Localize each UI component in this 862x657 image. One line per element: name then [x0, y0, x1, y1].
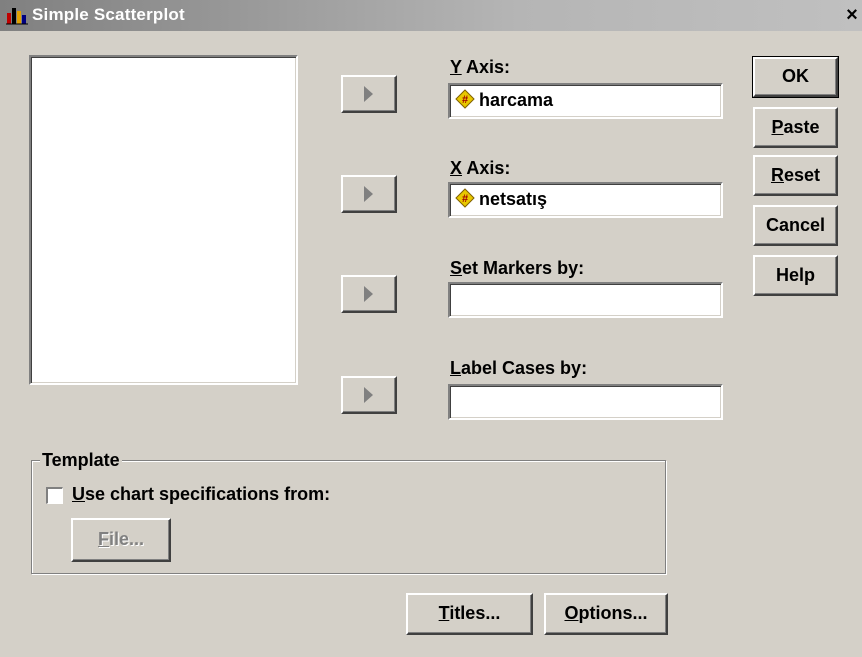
- y-axis-label: Y Axis:: [450, 57, 511, 77]
- set-markers-by-label: Set Markers by:: [450, 258, 585, 278]
- scale-variable-icon: #: [455, 188, 475, 208]
- svg-text:#: #: [462, 94, 468, 106]
- right-arrow-icon: [364, 286, 373, 302]
- help-button[interactable]: Help: [753, 255, 838, 296]
- label-cases-by-field[interactable]: [448, 384, 723, 420]
- right-arrow-icon: [364, 387, 373, 403]
- y-axis-variable: # harcama: [455, 89, 553, 111]
- move-to-label-cases-button[interactable]: [341, 376, 397, 414]
- paste-button[interactable]: Paste: [753, 107, 838, 148]
- right-arrow-icon: [364, 86, 373, 102]
- simple-scatterplot-dialog: Simple Scatterplot × Y Axis: # harcama X…: [0, 0, 862, 657]
- window-title: Simple Scatterplot: [32, 5, 185, 24]
- options-button[interactable]: Options...: [544, 593, 668, 635]
- reset-button[interactable]: Reset: [753, 155, 838, 196]
- cancel-button[interactable]: Cancel: [753, 205, 838, 246]
- ok-button[interactable]: OK: [752, 56, 839, 98]
- title-bar[interactable]: Simple Scatterplot ×: [0, 0, 862, 31]
- svg-text:#: #: [462, 193, 468, 205]
- use-chart-spec-checkbox[interactable]: [46, 487, 63, 504]
- right-arrow-icon: [364, 186, 373, 202]
- chart-app-icon: [6, 8, 28, 25]
- source-variable-list[interactable]: [29, 55, 298, 385]
- file-button: File...: [71, 518, 171, 562]
- titles-button[interactable]: Titles...: [406, 593, 533, 635]
- y-axis-field[interactable]: # harcama: [448, 83, 723, 119]
- use-chart-spec-label[interactable]: Use chart specifications from:: [72, 484, 330, 505]
- scale-variable-icon: #: [455, 89, 475, 109]
- move-to-x-axis-button[interactable]: [341, 175, 397, 213]
- label-cases-by-label: Label Cases by:: [450, 358, 588, 378]
- move-to-y-axis-button[interactable]: [341, 75, 397, 113]
- x-axis-field[interactable]: # netsatış: [448, 182, 723, 218]
- close-icon[interactable]: ×: [842, 4, 862, 26]
- x-axis-label: X Axis:: [450, 158, 511, 178]
- move-to-set-markers-button[interactable]: [341, 275, 397, 313]
- template-group-label: Template: [40, 450, 122, 471]
- set-markers-by-field[interactable]: [448, 282, 723, 318]
- x-axis-variable: # netsatış: [455, 188, 547, 210]
